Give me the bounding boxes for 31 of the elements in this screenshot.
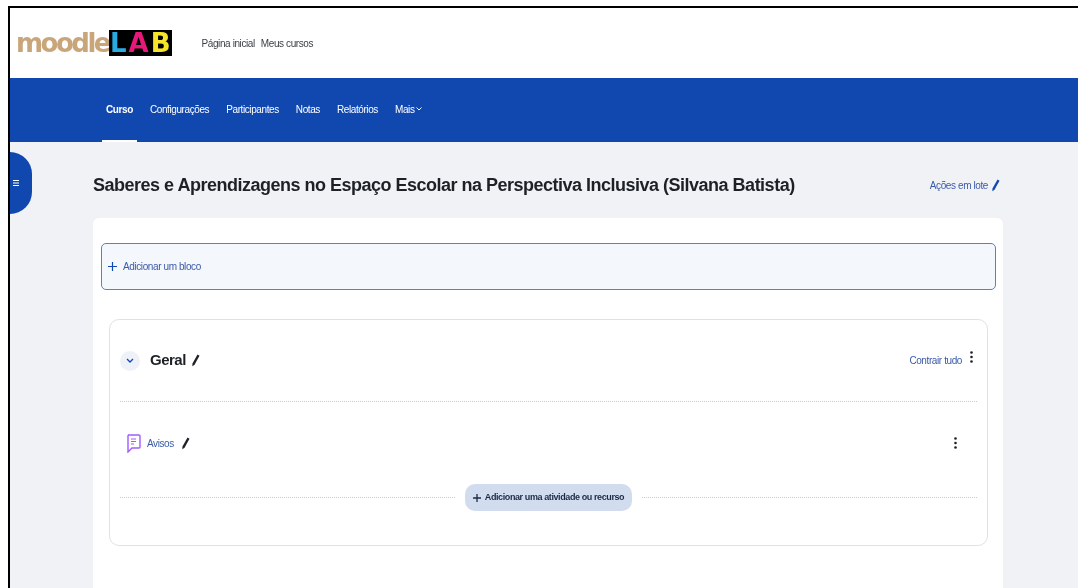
more-options-icon[interactable]: [954, 437, 957, 449]
course-nav-tab[interactable]: Relatórios: [332, 78, 382, 142]
course-nav-tab[interactable]: Participantes: [222, 78, 283, 142]
course-nav-tab[interactable]: Configurações: [145, 78, 214, 142]
moodle-lab-logo[interactable]: moodleLAB: [16, 30, 172, 56]
forum-icon: [126, 433, 141, 453]
menu-icon: [12, 179, 20, 187]
pencil-icon[interactable]: [180, 436, 190, 450]
top-nav-link[interactable]: Meus cursos: [260, 35, 314, 51]
drawer-toggle[interactable]: [10, 152, 32, 214]
plus-icon: [108, 262, 117, 271]
activity-link[interactable]: Avisos: [147, 435, 174, 451]
section-title: Geral: [150, 350, 186, 371]
course-title: Saberes e Aprendizagens no Espaço Escolar na Perspectiva Inclusiva (Silvana Batista): [93, 173, 795, 197]
course-nav-tab[interactable]: Mais: [390, 78, 427, 142]
course-nav-tab[interactable]: Notas: [291, 78, 324, 142]
add-activity-button[interactable]: Adicionar uma atividade ou recurso: [464, 484, 633, 511]
top-nav-link[interactable]: Página inicial: [201, 35, 255, 51]
collapse-toggle[interactable]: [120, 350, 140, 371]
bulk-actions-link[interactable]: Ações em lote: [929, 177, 1000, 193]
logo-letter: B: [149, 30, 172, 56]
logo-letter: L: [109, 30, 128, 56]
pencil-icon[interactable]: [190, 354, 200, 367]
logo-wordmark: moodle: [16, 30, 109, 56]
more-options-icon[interactable]: [970, 350, 973, 363]
logo-letter: A: [127, 30, 150, 56]
plus-icon: [472, 493, 481, 502]
add-block-button[interactable]: Adicionar um bloco: [101, 243, 996, 290]
collapse-all-link[interactable]: Contrair tudo: [909, 353, 962, 368]
pencil-icon: [991, 178, 1000, 192]
chevron-icon: [126, 357, 134, 364]
